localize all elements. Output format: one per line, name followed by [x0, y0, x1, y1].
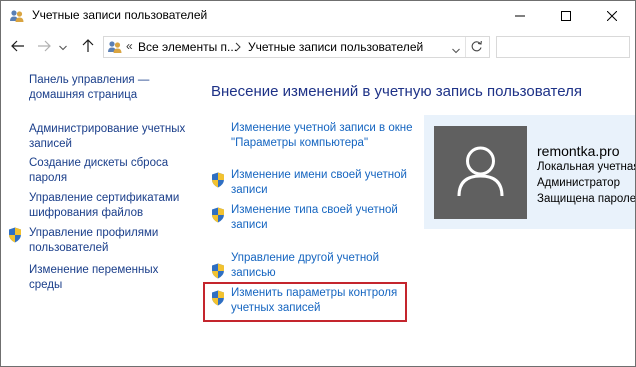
link-text: "Параметры компьютера" [231, 137, 369, 149]
avatar [434, 126, 527, 219]
link-text: Изменить параметры контроля [231, 287, 398, 299]
recent-locations-button[interactable] [57, 38, 69, 56]
link-text: записи [231, 219, 268, 231]
users-icon [107, 39, 123, 55]
user-role: Администратор [537, 177, 620, 189]
uac-shield-icon [211, 263, 225, 279]
navigation-bar: « Все элементы п... Учетные записи польз… [1, 32, 635, 62]
link-manage-another-account[interactable]: Управление другой учетной записью [231, 251, 379, 281]
users-icon [9, 8, 25, 24]
back-button[interactable] [9, 38, 27, 56]
sidebar-item-label: пароля [29, 172, 68, 184]
sidebar-item-label: Создание дискеты сброса [29, 157, 169, 169]
uac-shield-icon [211, 172, 225, 188]
window: Учетные записи пользователей « Все элеме… [0, 0, 636, 367]
link-change-account-pc-settings[interactable]: Изменение учетной записи в окне "Парамет… [231, 121, 413, 151]
minimize-button[interactable] [497, 1, 543, 31]
forward-button[interactable] [35, 38, 53, 56]
uac-shield-icon [8, 227, 22, 243]
sidebar-item-control-panel-home[interactable]: Панель управления — домашняя страница [29, 73, 149, 103]
window-title: Учетные записи пользователей [32, 8, 208, 22]
divider [465, 37, 466, 57]
sidebar-item-label: пользователей [29, 242, 109, 254]
refresh-button[interactable] [470, 40, 483, 56]
chevron-down-icon [59, 40, 67, 54]
address-dropdown-button[interactable] [452, 43, 460, 57]
sidebar-item-label: шифрования файлов [29, 207, 144, 219]
arrow-left-icon [11, 40, 25, 55]
sidebar-item-file-encryption-certs[interactable]: Управление сертификатами шифрования файл… [29, 191, 179, 221]
sidebar-item-label: Изменение переменных [29, 264, 159, 276]
sidebar-item-environment-variables[interactable]: Изменение переменных среды [29, 263, 158, 293]
sidebar-item-label: Панель управления — [29, 74, 150, 86]
page-title: Внесение изменений в учетную запись поль… [211, 83, 582, 100]
sidebar-item-reset-disk[interactable]: Создание дискеты сброса пароля [29, 156, 168, 186]
refresh-icon [470, 40, 483, 56]
breadcrumb-all-items[interactable]: Все элементы п... [138, 40, 237, 54]
user-password-status: Защищена паролем [537, 193, 636, 205]
maximize-button[interactable] [543, 1, 589, 31]
sidebar-item-label: домашняя страница [29, 89, 138, 101]
user-silhouette-icon [434, 146, 527, 222]
address-bar[interactable]: « Все элементы п... Учетные записи польз… [103, 36, 490, 58]
link-text: записи [231, 184, 268, 196]
breadcrumb-user-accounts[interactable]: Учетные записи пользователей [248, 40, 423, 54]
search-input[interactable] [496, 36, 630, 58]
uac-shield-icon [211, 290, 225, 306]
user-info-panel: remontka.pro Локальная учетная Администр… [424, 115, 636, 229]
breadcrumb-separator[interactable] [235, 39, 241, 55]
sidebar-item-label: Управление профилями [29, 227, 159, 239]
link-text: Изменение учетной записи в окне [231, 122, 413, 134]
sidebar-item-manage-accounts[interactable]: Администрирование учетных записей [29, 122, 185, 152]
arrow-right-icon [37, 40, 51, 55]
link-text: Изменение имени своей учетной [231, 169, 407, 181]
link-text: Управление другой учетной [231, 252, 380, 264]
user-account-type: Локальная учетная [537, 161, 636, 173]
sidebar-item-label: Управление сертификатами [29, 192, 180, 204]
link-change-uac-settings[interactable]: Изменить параметры контроля учетных запи… [231, 286, 397, 316]
arrow-up-icon [82, 38, 94, 56]
link-text: записью [231, 267, 276, 279]
link-text: Изменение типа своей учетной [231, 204, 398, 216]
sidebar-item-user-profiles[interactable]: Управление профилями пользователей [29, 226, 158, 256]
up-button[interactable] [79, 38, 97, 56]
link-change-account-name[interactable]: Изменение имени своей учетной записи [231, 168, 407, 198]
sidebar-item-label: Администрирование учетных [29, 123, 186, 135]
sidebar-item-label: записей [29, 138, 72, 150]
close-button[interactable] [589, 1, 635, 31]
link-text: учетных записей [231, 302, 321, 314]
breadcrumb-overflow[interactable]: « [126, 39, 133, 53]
uac-shield-icon [211, 207, 225, 223]
title-bar: Учетные записи пользователей [1, 1, 635, 31]
link-change-account-type[interactable]: Изменение типа своей учетной записи [231, 203, 398, 233]
sidebar-item-label: среды [29, 279, 63, 291]
user-name: remontka.pro [537, 143, 620, 159]
